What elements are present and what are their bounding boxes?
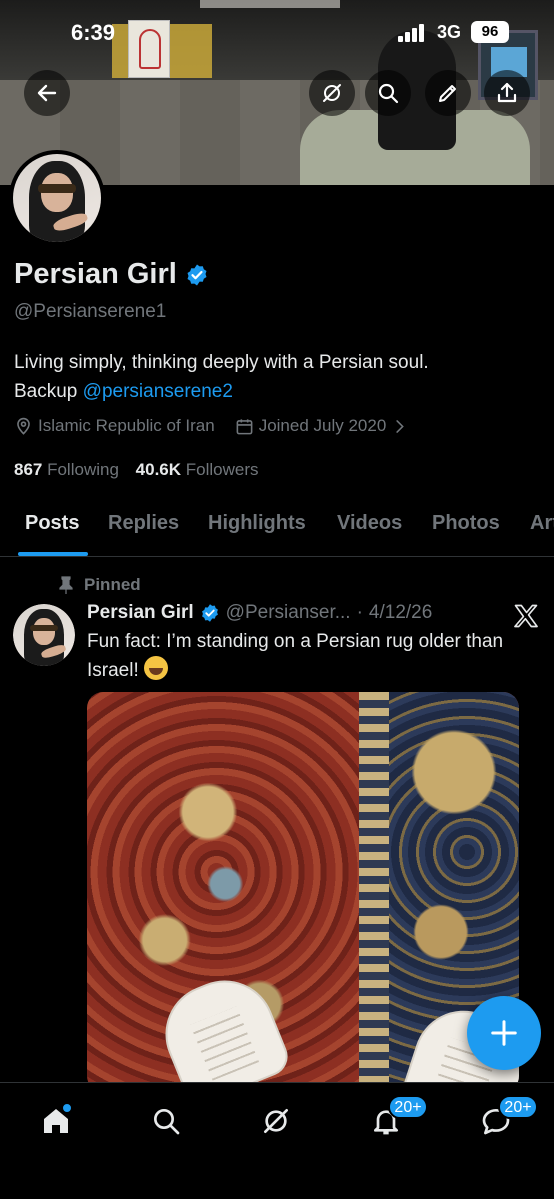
home-unread-dot [62, 1103, 72, 1113]
location-item: Islamic Republic of Iran [14, 416, 215, 436]
verified-badge-icon [201, 604, 218, 622]
profile-avatar[interactable] [9, 150, 105, 246]
follow-stats: 867 Following 40.6K Followers [14, 460, 259, 480]
active-tab-indicator [18, 552, 88, 556]
rug-border [359, 692, 389, 1092]
post-separator: · [356, 602, 363, 623]
search-button[interactable] [365, 70, 411, 116]
pinned-text: Pinned [84, 575, 141, 594]
network-type: 3G [437, 22, 462, 42]
tab-photos[interactable]: Photos [432, 512, 500, 535]
profile-meta: Islamic Republic of Iran Joined July 202… [14, 416, 429, 436]
bio-line-2: Backup @persianserene2 [14, 377, 544, 406]
profile-handle: @Persianserene1 [14, 301, 167, 322]
following-count: 867 [14, 460, 43, 479]
signal-icon [398, 24, 428, 42]
bio-backup-link[interactable]: @persianserene2 [83, 381, 233, 402]
following-label: Following [42, 460, 119, 479]
back-button[interactable] [24, 70, 70, 116]
joined-item[interactable]: Joined July 2020 [235, 416, 410, 436]
messages-badge: 20+ [498, 1095, 538, 1119]
pinned-label: Pinned [58, 575, 141, 595]
nav-messages[interactable]: 20+ [476, 1095, 538, 1141]
tab-posts[interactable]: Posts [25, 512, 79, 535]
bio-line-1: Living simply, thinking deeply with a Pe… [14, 352, 429, 373]
location-pin-icon [17, 417, 30, 435]
grok-icon [264, 1109, 288, 1133]
joined-text: Joined July 2020 [258, 416, 387, 435]
search-icon [378, 83, 399, 104]
edit-pencil-icon [439, 85, 456, 102]
profile-name-row: Persian Girl [14, 258, 209, 291]
grok-button[interactable] [309, 70, 355, 116]
followers-link[interactable]: 40.6K Followers [136, 460, 259, 479]
nav-notifications[interactable]: 20+ [366, 1095, 428, 1141]
followers-label: Followers [181, 460, 259, 479]
edit-profile-button[interactable] [425, 70, 471, 116]
grok-icon [323, 84, 341, 102]
profile-bio: Living simply, thinking deeply with a Pe… [14, 348, 544, 406]
post-author-name[interactable]: Persian Girl [87, 602, 194, 624]
profile-tabs: Posts Replies Highlights Videos Photos A… [0, 500, 554, 557]
post-media-image[interactable] [87, 692, 519, 1092]
back-arrow-icon [37, 84, 57, 102]
post-date[interactable]: 4/12/26 [369, 602, 432, 624]
battery-level: 96 [471, 21, 509, 43]
following-link[interactable]: 867 Following [14, 460, 119, 479]
nav-grok[interactable] [256, 1101, 296, 1141]
location-text: Islamic Republic of Iran [38, 416, 215, 435]
chevron-right-icon [396, 419, 405, 433]
calendar-icon [236, 418, 253, 434]
status-bar: 6:39 3G 96 [0, 0, 554, 62]
plus-icon [491, 1020, 517, 1046]
tab-replies[interactable]: Replies [108, 512, 179, 535]
notifications-badge: 20+ [388, 1095, 428, 1119]
laughing-emoji-icon [144, 656, 169, 680]
tab-articles[interactable]: Articles [530, 512, 554, 535]
share-icon [497, 82, 517, 103]
search-icon [154, 1109, 180, 1135]
verified-badge-icon[interactable] [185, 263, 209, 287]
followers-count: 40.6K [135, 460, 182, 479]
nav-home[interactable] [36, 1101, 76, 1141]
post-text: Fun fact: I’m standing on a Persian rug … [87, 628, 517, 685]
post-header: Persian Girl @Persianser... · 4/12/26 [87, 602, 432, 624]
post-author-handle: @Persianser... [225, 602, 351, 623]
share-button[interactable] [484, 70, 530, 116]
bottom-nav: 20+ 20+ [0, 1082, 554, 1199]
profile-name: Persian Girl [14, 258, 177, 290]
compose-post-button[interactable] [467, 996, 541, 1070]
pin-icon [59, 576, 73, 594]
bio-prefix: Backup [14, 381, 83, 402]
tab-highlights[interactable]: Highlights [208, 512, 306, 535]
left-shoe [150, 965, 294, 1092]
nav-search[interactable] [146, 1101, 186, 1141]
x-logo-icon[interactable] [512, 602, 540, 630]
tab-videos[interactable]: Videos [337, 512, 402, 535]
post-avatar[interactable] [13, 604, 75, 666]
status-time: 6:39 [71, 20, 116, 45]
